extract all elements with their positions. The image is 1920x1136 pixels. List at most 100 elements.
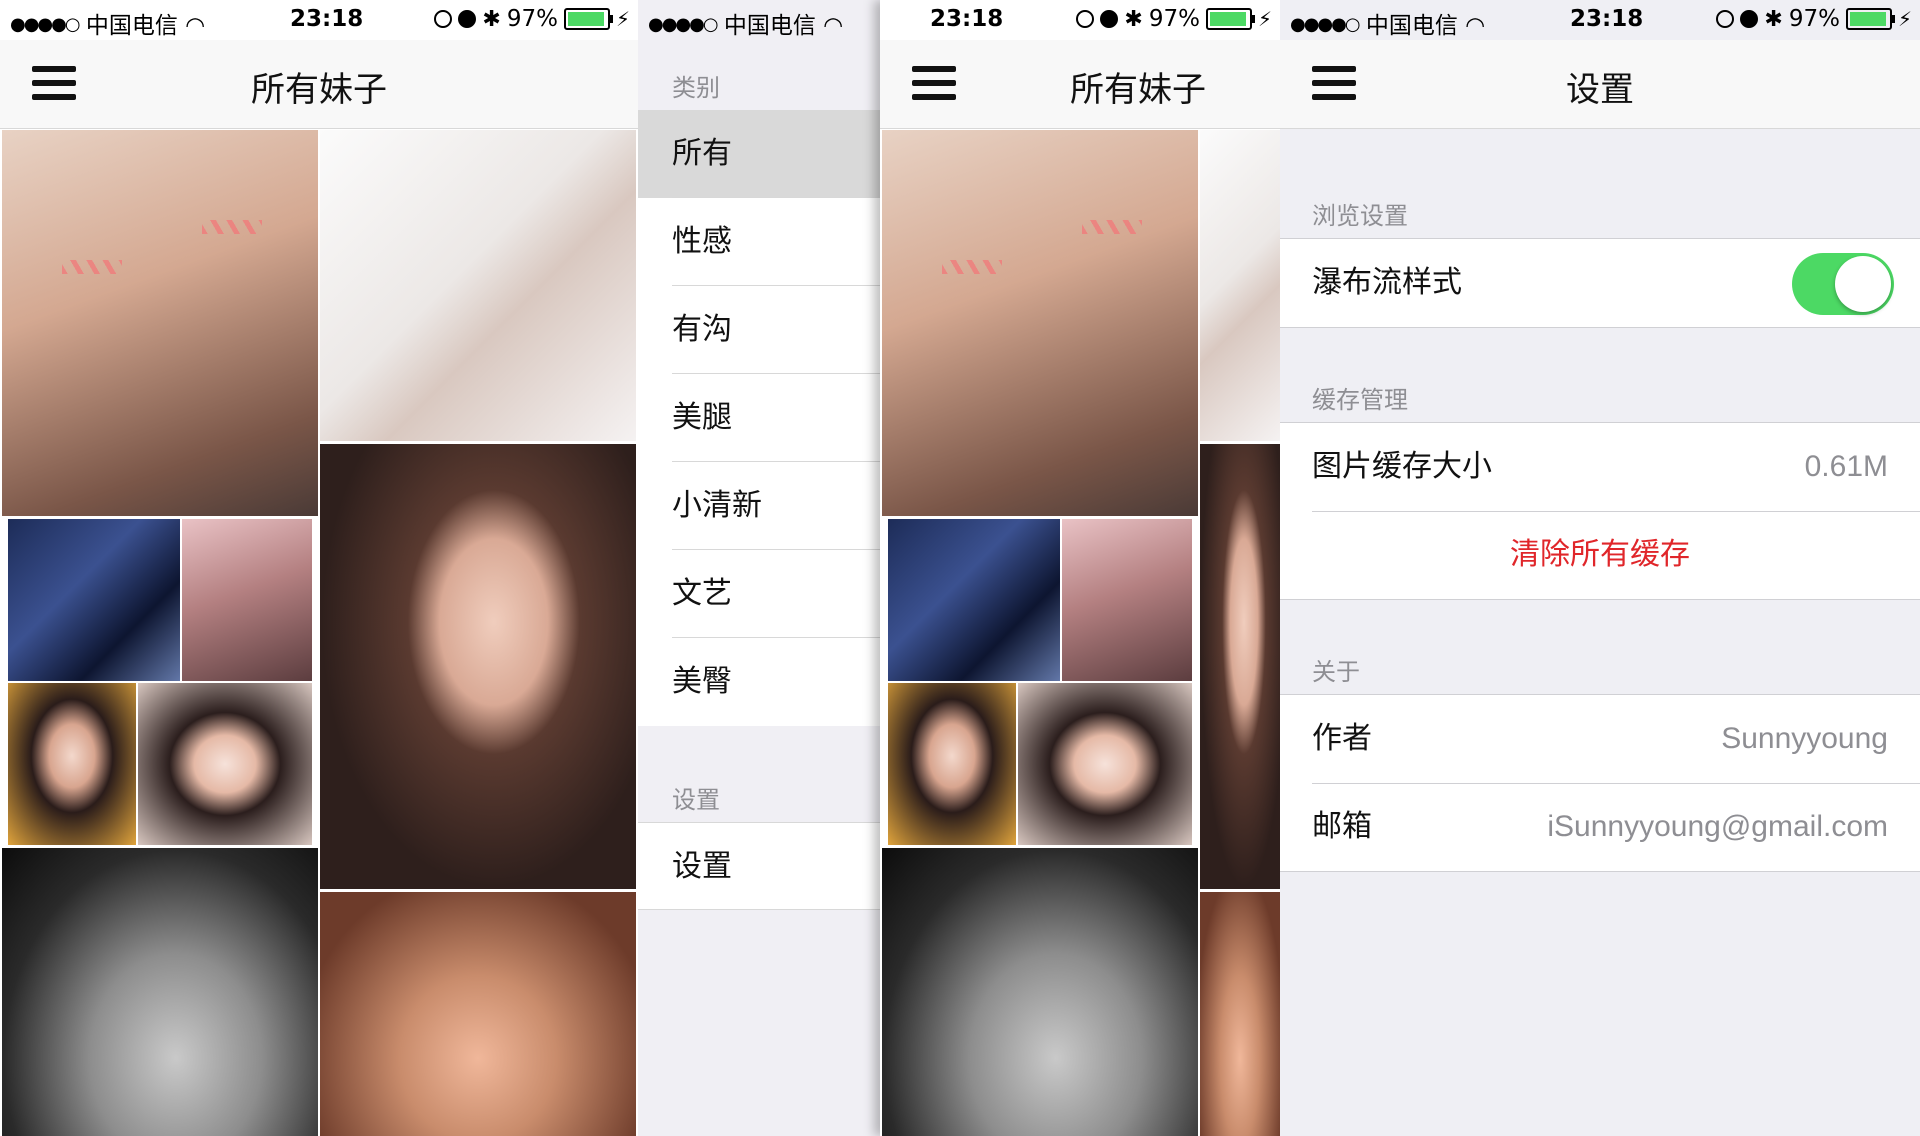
status-left: ●●●●○ 中国电信 ◠ [10, 6, 205, 40]
cache-size-row: 图片缓存大小 0.61M [1280, 423, 1920, 511]
battery-fill [1209, 12, 1246, 26]
photo-thumbnail[interactable] [320, 892, 636, 1136]
status-time: 23:18 [1570, 6, 1644, 32]
email-label: 邮箱 [1312, 809, 1372, 844]
photo-thumbnail[interactable] [320, 444, 636, 889]
status-right: ✱ 97% ⚡ [1076, 6, 1272, 32]
author-label: 作者 [1312, 721, 1372, 756]
menu-item-legs[interactable]: 美腿 [638, 374, 880, 462]
menu-section-category: 类别 [672, 74, 720, 102]
clear-cache-button[interactable]: 清除所有缓存 [1280, 511, 1920, 599]
photo-thumbnail[interactable] [1062, 519, 1192, 681]
cache-group: 图片缓存大小 0.61M 清除所有缓存 [1280, 422, 1920, 600]
signal-icon: ●●●●○ [10, 14, 81, 35]
section-header-browse: 浏览设置 [1312, 202, 1408, 230]
photo-decoration [62, 260, 122, 274]
email-value: iSunnyyoung@gmail.com [1547, 810, 1888, 843]
photo-thumbnail[interactable] [1200, 892, 1280, 1136]
home-screen: ●●●●○ 中国电信 ◠ 23:18 ✱ 97% ⚡ 所有妹子 [0, 0, 638, 1136]
bluetooth-icon: ✱ [1124, 6, 1143, 32]
browse-group: 瀑布流样式 [1280, 238, 1920, 328]
bluetooth-icon: ✱ [1764, 6, 1783, 32]
battery-fill [567, 12, 604, 26]
menu-item-cleavage[interactable]: 有沟 [638, 286, 880, 374]
author-row: 作者 Sunnyyoung [1280, 695, 1920, 783]
side-menu: ●●●●○ 中国电信 ◠ 类别 所有 性感 有沟 美腿 小清新 文艺 美臀 设置… [638, 0, 880, 1136]
status-left: ●●●●○ 中国电信 ◠ [648, 6, 843, 40]
photo-thumbnail[interactable] [888, 519, 1060, 681]
battery-percent: 97% [1148, 6, 1200, 32]
status-right: ✱ 97% ⚡ [1716, 6, 1912, 32]
photo-decoration [1082, 220, 1142, 234]
rotation-lock-icon [1716, 10, 1735, 28]
menu-icon[interactable] [912, 66, 956, 100]
battery-icon [1205, 8, 1255, 30]
battery-fill [1849, 12, 1886, 26]
charging-icon: ⚡ [1897, 7, 1912, 31]
rotation-lock-icon [434, 10, 453, 28]
wifi-icon: ◠ [823, 13, 844, 39]
page-title: 所有妹子 [251, 70, 387, 110]
waterfall-toggle[interactable] [1792, 253, 1894, 315]
wifi-icon: ◠ [185, 13, 206, 39]
bluetooth-icon: ✱ [482, 6, 501, 32]
photo-thumbnail[interactable] [1200, 130, 1280, 441]
clear-cache-label: 清除所有缓存 [1510, 537, 1690, 572]
menu-item-hips[interactable]: 美臀 [638, 638, 880, 726]
menu-item-label: 设置 [672, 849, 732, 884]
photo-thumbnail[interactable] [1018, 683, 1192, 845]
menu-item-sexy[interactable]: 性感 [638, 198, 880, 286]
status-left: ●●●●○ 中国电信 ◠ [1290, 6, 1485, 40]
menu-item-label: 小清新 [672, 488, 762, 523]
photo-thumbnail[interactable] [320, 130, 636, 441]
carrier-label: 中国电信 [723, 13, 816, 39]
menu-item-label: 美臀 [672, 664, 732, 699]
status-time: 23:18 [930, 6, 1004, 32]
photo-thumbnail[interactable] [888, 683, 1016, 845]
photo-thumbnail[interactable] [8, 519, 180, 681]
status-right: ✱ 97% ⚡ [434, 6, 630, 32]
about-group: 作者 Sunnyyoung 邮箱 iSunnyyoung@gmail.com [1280, 694, 1920, 872]
menu-item-fresh[interactable]: 小清新 [638, 462, 880, 550]
photo-thumbnail[interactable] [2, 130, 318, 516]
charging-icon: ⚡ [615, 7, 630, 31]
section-header-cache: 缓存管理 [1312, 386, 1408, 414]
page-title: 设置 [1566, 70, 1634, 110]
menu-item-label: 有沟 [672, 312, 732, 347]
menu-item-artsy[interactable]: 文艺 [638, 550, 880, 638]
menu-item-all[interactable]: 所有 [638, 110, 880, 198]
settings-screen: ●●●●○ 中国电信 ◠ 23:18 ✱ 97% ⚡ 设置 浏览设置 瀑布流样式… [1280, 0, 1920, 1136]
status-bar: ●●●●○ 中国电信 ◠ 23:18 ✱ 97% ⚡ [1280, 0, 1920, 40]
photo-thumbnail[interactable] [2, 848, 318, 1136]
photo-thumbnail[interactable] [138, 683, 312, 845]
battery-icon [563, 8, 613, 30]
home-navbar: 所有妹子 [0, 40, 638, 129]
photo-thumbnail[interactable] [1200, 444, 1280, 889]
photo-thumbnail[interactable] [8, 683, 136, 845]
battery-percent: 97% [506, 6, 558, 32]
wifi-icon: ◠ [1465, 13, 1486, 39]
menu-item-label: 性感 [672, 224, 732, 259]
email-row[interactable]: 邮箱 iSunnyyoung@gmail.com [1280, 783, 1920, 871]
alarm-icon [458, 10, 477, 28]
menu-item-label: 美腿 [672, 400, 732, 435]
status-bar: ●●●●○ 中国电信 ◠ [638, 0, 880, 40]
home-navbar: 所有妹子 [880, 40, 1280, 129]
carrier-label: 中国电信 [1365, 13, 1458, 39]
charging-icon: ⚡ [1257, 7, 1272, 31]
photo-thumbnail[interactable] [182, 519, 312, 681]
rotation-lock-icon [1076, 10, 1095, 28]
page-title: 所有妹子 [1070, 70, 1206, 110]
menu-item-settings[interactable]: 设置 [638, 822, 880, 910]
status-bar: 23:18 ✱ 97% ⚡ [880, 0, 1280, 40]
alarm-icon [1100, 10, 1119, 28]
photo-thumbnail[interactable] [882, 130, 1198, 516]
photo-thumbnail[interactable] [882, 848, 1198, 1136]
battery-icon [1845, 8, 1895, 30]
carrier-label: 中国电信 [85, 13, 178, 39]
cache-size-label: 图片缓存大小 [1312, 449, 1492, 484]
alarm-icon [1740, 10, 1759, 28]
signal-icon: ●●●●○ [648, 14, 719, 35]
toggle-knob [1835, 256, 1891, 312]
photo-decoration [202, 220, 262, 234]
